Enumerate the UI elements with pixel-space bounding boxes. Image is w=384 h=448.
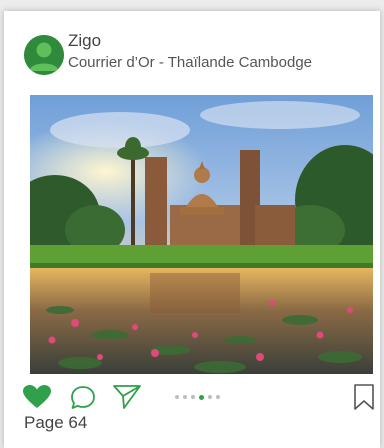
carousel-dot-active — [199, 394, 204, 400]
username[interactable]: Zigo — [68, 31, 101, 51]
carousel-dot — [183, 395, 187, 399]
post-subtitle: Courrier d’Or - Thaïlande Cambodge — [68, 54, 313, 71]
page-number-label: Page 64 — [24, 413, 88, 432]
carousel-dot — [191, 395, 195, 399]
carousel-indicator — [175, 394, 220, 401]
user-avatar-icon — [24, 35, 64, 75]
avatar[interactable] — [24, 35, 64, 75]
carousel-dot — [216, 395, 220, 399]
heart-icon[interactable] — [23, 385, 51, 409]
carousel-dot — [208, 395, 212, 399]
send-icon[interactable] — [112, 383, 142, 411]
bookmark-icon[interactable] — [352, 383, 376, 411]
post-card: Zigo Courrier d’Or - Thaïlande Cambodge — [4, 11, 380, 448]
post-photo[interactable] — [30, 95, 373, 374]
comment-bubble-icon[interactable] — [69, 384, 97, 412]
carousel-dot — [175, 395, 179, 399]
temple-photo-illustration — [30, 95, 373, 374]
post-actions-bar — [4, 383, 380, 413]
